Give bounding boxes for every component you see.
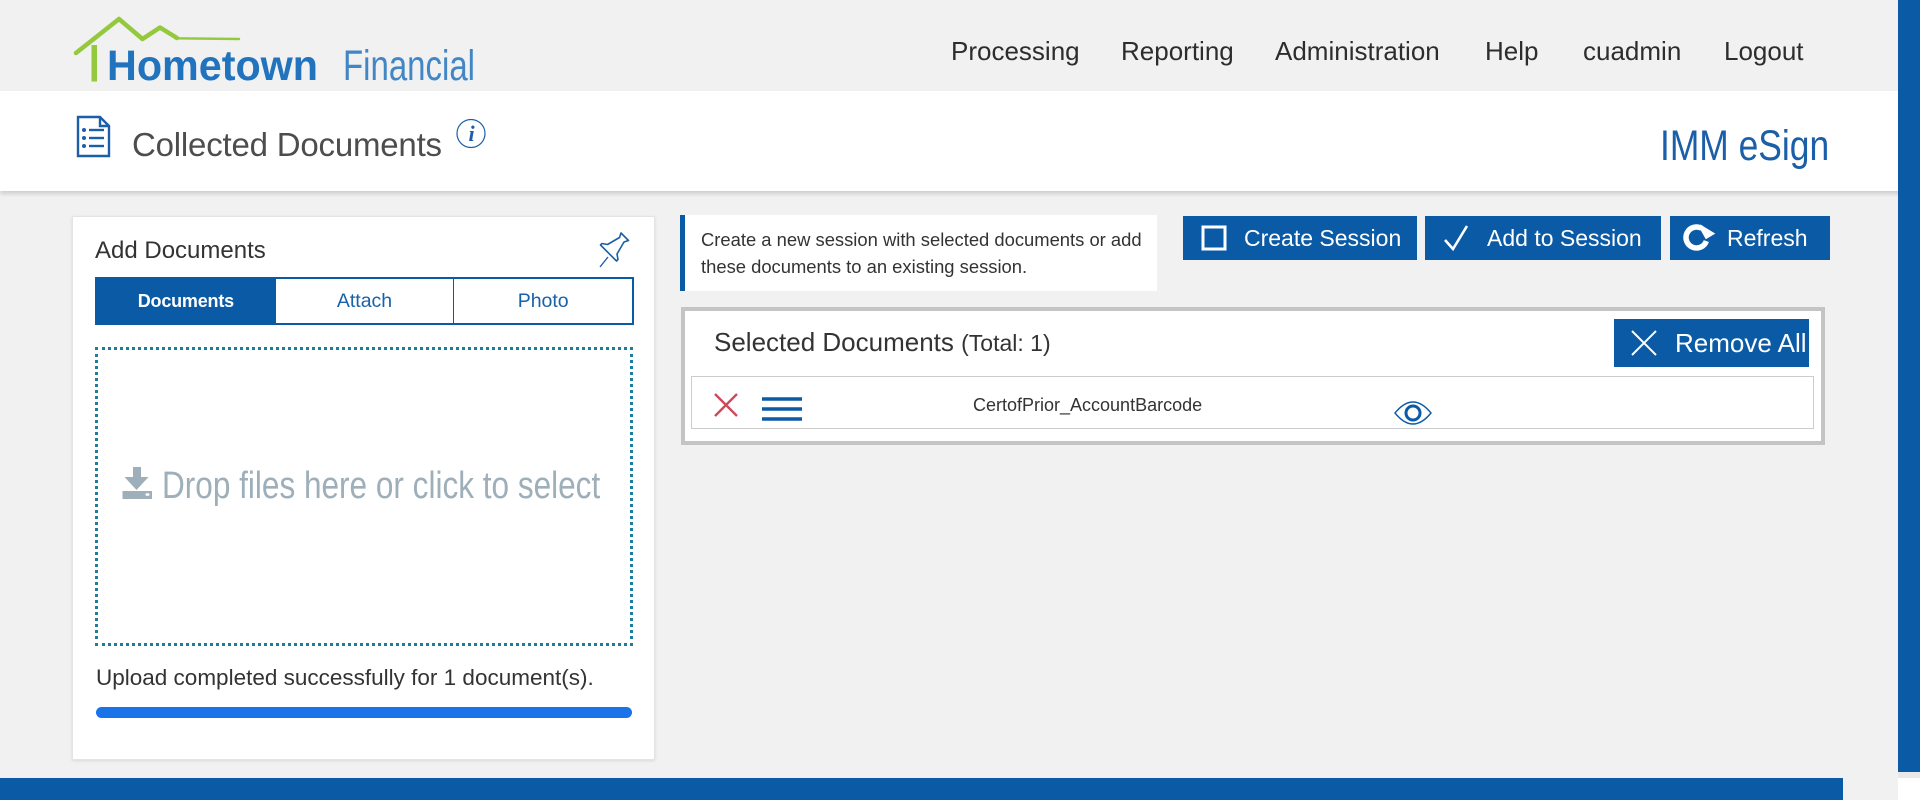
svg-text:Hometown: Hometown [107, 42, 318, 90]
svg-text:i: i [468, 121, 475, 146]
svg-text:Financial: Financial [343, 42, 475, 90]
